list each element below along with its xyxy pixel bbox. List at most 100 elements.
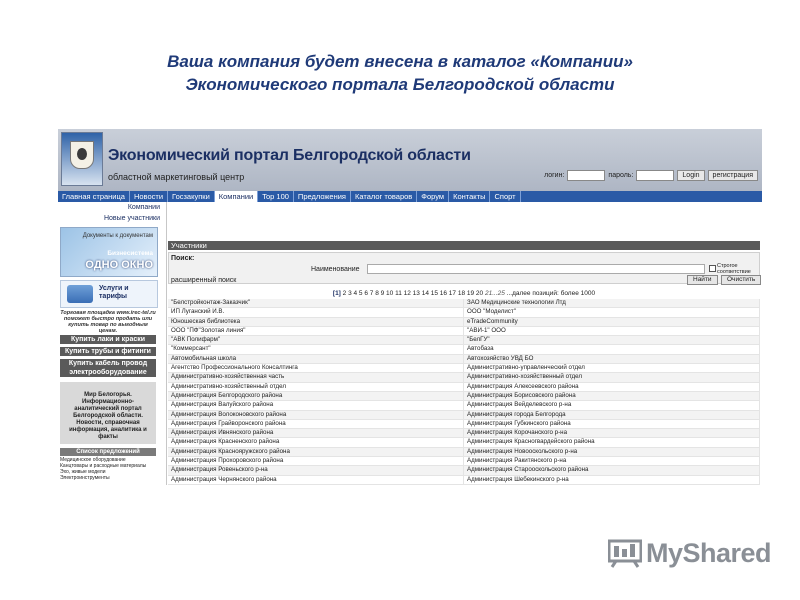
mir-belogorya-banner[interactable]: Мир Белогорья. Информационно-аналитическ…: [60, 382, 156, 444]
table-row: Юношеская библиотека eTradeCommunity: [168, 317, 760, 327]
strict-checkbox-label: Строгое соответствие: [717, 263, 751, 275]
buy-cable-button[interactable]: Купить кабель провод электрооборудование: [60, 359, 156, 377]
sidebar-link-new-members[interactable]: Новые участники: [58, 213, 166, 224]
company-link[interactable]: Юношеская библиотека: [168, 317, 464, 326]
strict-checkbox[interactable]: [709, 265, 716, 272]
company-link[interactable]: "АВИ-1" ООО: [464, 326, 760, 336]
company-link[interactable]: Административно-хозяйственный отдел: [464, 373, 760, 382]
buy-paints-button[interactable]: Купить лаки и краски: [60, 335, 156, 344]
nav-tab-top100[interactable]: Top 100: [258, 191, 294, 202]
portal-subtitle: областной маркетинговый центр: [108, 172, 245, 182]
table-row: Автомобильная школа Автохозяйство УВД БО: [168, 354, 760, 365]
services-icon: [67, 285, 93, 303]
company-link[interactable]: Агентство Профессионального Консалтинга: [168, 364, 464, 373]
company-link[interactable]: Администрация Прохоровского района: [168, 457, 464, 466]
table-row: Администрация Краснояружского района Адми…: [168, 447, 760, 458]
brand-name: MyShared: [646, 538, 772, 568]
nav-tab-procurement[interactable]: Госзакупки: [168, 191, 215, 202]
table-row: "АВК Полифарм" "БелГУ": [168, 336, 760, 346]
nav-tab-companies[interactable]: Компании: [214, 191, 259, 202]
company-link[interactable]: Администрация Валуйского района: [168, 401, 464, 410]
company-link[interactable]: Администрация Алексеевского района: [464, 382, 760, 391]
company-link[interactable]: Автохозяйство УВД БО: [464, 354, 760, 364]
company-link[interactable]: "БелГУ": [464, 336, 760, 345]
company-link[interactable]: Администрация Грайворонского района: [168, 419, 464, 429]
company-link[interactable]: ИП Луганский И.В.: [168, 308, 464, 317]
nav-tab-forum[interactable]: Форум: [417, 191, 450, 202]
company-link[interactable]: Административно-хозяйственный отдел: [168, 382, 464, 391]
company-link[interactable]: Администрация Шебекинского р-на: [464, 475, 760, 484]
portal-screenshot: Экономический портал Белгородской област…: [58, 129, 762, 485]
pager-more[interactable]: 21...25: [485, 290, 505, 297]
one-window-banner[interactable]: Документы к документам Бизнесистема ОДНО…: [60, 227, 158, 277]
nav-tab-contacts[interactable]: Контакты: [449, 191, 491, 202]
sidebar-link-companies[interactable]: Компании: [58, 202, 166, 213]
company-link[interactable]: Администрация Красногвардейского района: [464, 438, 760, 447]
company-link[interactable]: Автомобильная школа: [168, 354, 464, 364]
login-area: логин: пароль: Login регистрация: [544, 170, 758, 181]
table-row: ООО "ПФ"Золотая линия" "АВИ-1" ООО: [168, 326, 760, 337]
find-button[interactable]: Найти: [687, 275, 718, 285]
nav-tab-catalog[interactable]: Каталог товаров: [351, 191, 418, 202]
table-row: Администрация Ивнянского района Администр…: [168, 429, 760, 439]
company-link[interactable]: Администрация Волоконовского района: [168, 410, 464, 419]
offer-item[interactable]: Электроинструменты: [60, 475, 156, 481]
company-link[interactable]: ЗАО Медицинские технологии Лтд: [464, 299, 760, 308]
trade-platform-note[interactable]: Торговая площадка www.irec-tel.ru поможе…: [60, 310, 156, 334]
company-link[interactable]: ООО "Моделист": [464, 308, 760, 317]
name-label: Наименование: [311, 266, 360, 273]
company-link[interactable]: Административно-управленческий отдел: [464, 364, 760, 373]
login-button[interactable]: Login: [677, 170, 705, 181]
ad-system-text: Бизнесистема: [107, 250, 153, 257]
login-field[interactable]: [567, 170, 606, 181]
portal-name: Экономический портал Белгородской област…: [108, 147, 471, 164]
main-nav: Главная страница Новости Госзакупки Комп…: [58, 191, 762, 202]
clear-button[interactable]: Очистить: [721, 275, 762, 285]
company-link[interactable]: Администрация Ровеньского р-на: [168, 466, 464, 475]
company-link[interactable]: Автобаза: [464, 345, 760, 354]
pager-current: [1]: [332, 290, 341, 297]
company-link[interactable]: "Коммерсант": [168, 345, 464, 354]
register-button[interactable]: регистрация: [707, 170, 758, 181]
company-link[interactable]: "Белстройконтаж-Заказчик": [168, 299, 464, 308]
company-link[interactable]: ООО "ПФ"Золотая линия": [168, 326, 464, 336]
slide-title-line-2: Экономического портала Белгородской обла…: [185, 75, 615, 94]
company-link[interactable]: eTradeCommunity: [464, 317, 760, 326]
company-link[interactable]: Администрация Красненского района: [168, 438, 464, 447]
table-row: Администрация Ровеньского р-на Администра…: [168, 466, 760, 476]
company-link[interactable]: Администрация Корочанского р-на: [464, 429, 760, 438]
table-row: Административно-хозяйственная часть Админ…: [168, 373, 760, 383]
company-link[interactable]: Администрация Губкинского района: [464, 419, 760, 429]
company-link[interactable]: Администрация Ракитянского р-на: [464, 457, 760, 466]
extended-search-link[interactable]: расширенный поиск: [171, 277, 236, 284]
nav-tab-news[interactable]: Новости: [130, 191, 169, 202]
company-link[interactable]: Администрация Ивнянского района: [168, 429, 464, 438]
company-link[interactable]: "АВК Полифарм": [168, 336, 464, 345]
password-label: пароль:: [608, 172, 634, 179]
services-banner[interactable]: Услуги и тарифы: [60, 280, 158, 308]
ad-one-window-text: ОДНО ОКНО: [85, 259, 153, 271]
nav-tab-home[interactable]: Главная страница: [58, 191, 130, 202]
pager-tail[interactable]: ...далее позиций: более 1000: [507, 290, 595, 297]
nav-tab-sport[interactable]: Спорт: [490, 191, 521, 202]
search-panel: Поиск: Наименование Строгое соответствие…: [168, 252, 762, 285]
company-link[interactable]: Администрация Старооскольского района: [464, 466, 760, 475]
password-field[interactable]: [636, 170, 675, 181]
company-link[interactable]: Администрация Чернянского района: [168, 475, 464, 484]
search-label: Поиск:: [171, 255, 195, 262]
company-link[interactable]: Администрация Краснояружского района: [168, 447, 464, 457]
sidebar: Компании Новые участники Документы к док…: [58, 202, 167, 485]
company-link[interactable]: Администрация Борисовского района: [464, 391, 760, 401]
name-input[interactable]: [367, 264, 705, 274]
pager-pages[interactable]: 2 3 4 5 6 7 8 9 10 11 12 13 14 15 16 17 …: [343, 290, 483, 297]
nav-tab-offers[interactable]: Предложения: [294, 191, 351, 202]
company-link[interactable]: Администрация Белгородского района: [168, 391, 464, 401]
company-link[interactable]: Администрация города Белгорода: [464, 410, 760, 419]
company-link[interactable]: Административно-хозяйственная часть: [168, 373, 464, 382]
company-link[interactable]: Администрация Вейделевского р-на: [464, 401, 760, 410]
buy-pipes-button[interactable]: Купить трубы и фитинги: [60, 347, 156, 356]
services-text: Услуги и тарифы: [99, 285, 129, 300]
main-content: Участники Поиск: Наименование Строгое со…: [168, 202, 762, 485]
company-link[interactable]: Администрация Новооскольского р-на: [464, 447, 760, 457]
table-row: Агентство Профессионального Консалтинга А…: [168, 364, 760, 374]
